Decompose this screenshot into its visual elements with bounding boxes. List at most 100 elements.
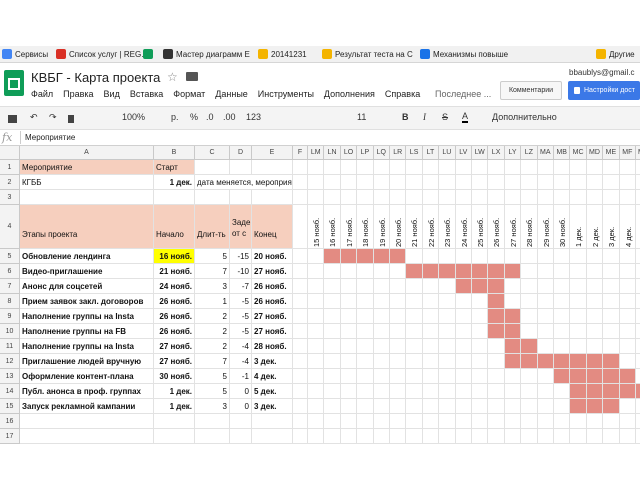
gantt-cell[interactable] <box>586 190 604 205</box>
row-header[interactable]: 1 <box>0 160 20 175</box>
gantt-cell[interactable] <box>570 324 587 339</box>
gantt-cell[interactable] <box>521 324 538 339</box>
redo-icon[interactable]: ↷ <box>49 112 57 123</box>
cell-e-16[interactable] <box>252 414 293 429</box>
cell-c-7[interactable]: 3 <box>195 279 230 294</box>
row-header[interactable]: 17 <box>0 429 20 444</box>
column-header[interactable]: F <box>293 146 308 160</box>
gantt-cell[interactable] <box>308 309 325 324</box>
gantt-cell[interactable] <box>406 175 423 190</box>
gantt-bar-cell[interactable] <box>521 354 538 369</box>
gantt-cell[interactable] <box>554 399 571 414</box>
cell-a-16[interactable] <box>20 414 154 429</box>
gantt-cell[interactable] <box>422 279 440 294</box>
gantt-cell[interactable] <box>422 399 440 414</box>
cell-b-9[interactable]: 26 нояб. <box>154 309 195 324</box>
gantt-cell[interactable] <box>324 175 341 190</box>
gantt-cell[interactable] <box>390 294 407 309</box>
bold-button[interactable]: B <box>402 112 409 122</box>
gantt-cell[interactable] <box>554 309 571 324</box>
gantt-cell[interactable] <box>357 309 374 324</box>
gantt-cell[interactable] <box>406 414 423 429</box>
cell-c-6[interactable]: 7 <box>195 264 230 279</box>
cell-b-11[interactable]: 27 нояб. <box>154 339 195 354</box>
gantt-cell[interactable] <box>324 294 341 309</box>
gantt-cell[interactable] <box>357 399 374 414</box>
gantt-cell[interactable] <box>554 324 571 339</box>
cell-e-9[interactable]: 27 нояб. <box>252 309 293 324</box>
gantt-cell[interactable] <box>373 294 390 309</box>
gantt-cell[interactable] <box>537 309 554 324</box>
gantt-cell[interactable] <box>619 309 636 324</box>
cell-a-12[interactable]: Приглашение людей вручную <box>20 354 154 369</box>
gantt-cell[interactable] <box>390 369 407 384</box>
gantt-cell[interactable] <box>537 369 554 384</box>
gantt-cell[interactable] <box>308 175 325 190</box>
gantt-cell[interactable] <box>373 384 390 399</box>
gantt-cell[interactable] <box>357 279 374 294</box>
gantt-cell[interactable] <box>324 384 341 399</box>
column-header[interactable]: MC <box>570 146 587 160</box>
gantt-cell[interactable] <box>619 279 636 294</box>
cell-a-8[interactable]: Прием заявок закл. договоров <box>20 294 154 309</box>
gantt-cell[interactable] <box>504 369 522 384</box>
cell-e-3[interactable] <box>252 190 293 205</box>
gantt-cell[interactable] <box>373 190 390 205</box>
cell-b-14[interactable]: 1 дек. <box>154 384 195 399</box>
print-icon[interactable] <box>8 115 17 123</box>
gantt-cell[interactable] <box>357 429 374 444</box>
gantt-bar-cell[interactable] <box>521 339 538 354</box>
gantt-cell[interactable] <box>619 339 636 354</box>
decrease-decimal-button[interactable]: .0 <box>206 112 214 122</box>
gantt-cell[interactable] <box>422 249 440 264</box>
gantt-cell[interactable] <box>422 384 440 399</box>
gantt-cell[interactable] <box>603 339 620 354</box>
gantt-cell[interactable] <box>373 279 390 294</box>
gantt-cell[interactable] <box>340 160 358 175</box>
gantt-cell[interactable] <box>308 160 325 175</box>
cell-d-15[interactable]: 0 <box>230 399 252 414</box>
gantt-bar-cell[interactable] <box>603 384 620 399</box>
gantt-cell[interactable] <box>422 294 440 309</box>
gantt-bar-cell[interactable] <box>488 264 505 279</box>
gantt-cell[interactable] <box>373 175 390 190</box>
gantt-cell[interactable] <box>439 175 456 190</box>
gantt-cell[interactable] <box>521 294 538 309</box>
gantt-cell[interactable] <box>504 294 522 309</box>
column-header[interactable]: MA <box>537 146 554 160</box>
bookmark-item[interactable]: Результат теста на С <box>322 49 413 59</box>
gantt-cell[interactable] <box>390 264 407 279</box>
column-header[interactable]: LO <box>340 146 358 160</box>
gantt-cell[interactable] <box>619 264 636 279</box>
gantt-bar-cell[interactable] <box>586 354 604 369</box>
gantt-cell[interactable] <box>636 309 640 324</box>
row-header[interactable]: 4 <box>0 205 20 249</box>
gantt-cell[interactable] <box>472 339 489 354</box>
gantt-cell[interactable] <box>308 339 325 354</box>
cell-c-10[interactable]: 2 <box>195 324 230 339</box>
gantt-bar-cell[interactable] <box>390 249 407 264</box>
cell-b-6[interactable]: 21 нояб. <box>154 264 195 279</box>
column-header[interactable]: D <box>230 146 252 160</box>
gantt-cell[interactable] <box>586 339 604 354</box>
gantt-cell[interactable] <box>586 294 604 309</box>
menu-item[interactable]: Справка <box>385 89 420 99</box>
gantt-cell[interactable] <box>537 279 554 294</box>
gantt-cell[interactable] <box>504 399 522 414</box>
gantt-cell[interactable] <box>504 414 522 429</box>
row-header[interactable]: 10 <box>0 324 20 339</box>
cell-e-10[interactable]: 27 нояб. <box>252 324 293 339</box>
gantt-cell[interactable] <box>308 294 325 309</box>
cell-d-10[interactable]: -5 <box>230 324 252 339</box>
cell-f-13[interactable] <box>293 369 308 384</box>
cell-a-7[interactable]: Анонс для соцсетей <box>20 279 154 294</box>
cell-f-16[interactable] <box>293 414 308 429</box>
paint-format-icon[interactable] <box>68 115 74 123</box>
user-email[interactable]: bbaublys@gmail.c <box>569 68 634 77</box>
gantt-cell[interactable] <box>357 175 374 190</box>
menu-item[interactable]: Вставка <box>130 89 163 99</box>
cell-c-4[interactable]: Длит-ть <box>195 205 230 249</box>
gantt-cell[interactable] <box>373 414 390 429</box>
gantt-cell[interactable] <box>324 160 341 175</box>
gantt-cell[interactable] <box>324 339 341 354</box>
